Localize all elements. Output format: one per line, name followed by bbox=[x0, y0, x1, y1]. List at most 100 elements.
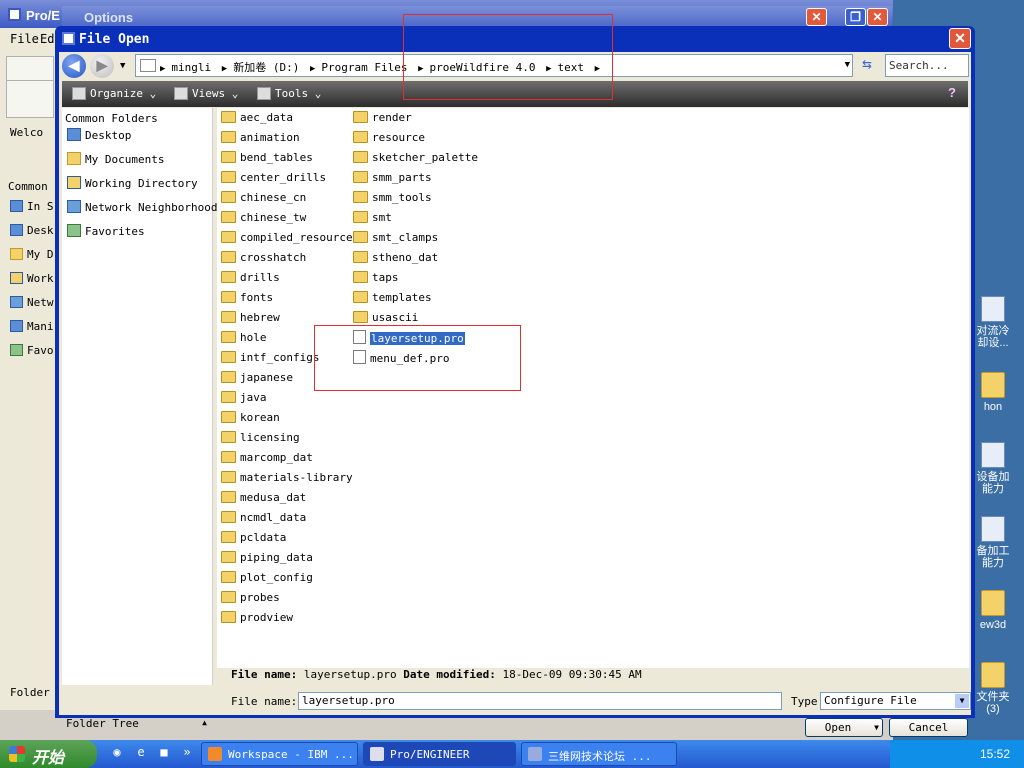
proe-item-favorites[interactable]: Favo bbox=[10, 344, 56, 357]
type-select[interactable]: Configure File ▼ bbox=[820, 692, 971, 710]
common-folder-working-directory[interactable]: Working Directory bbox=[67, 176, 198, 190]
cancel-button[interactable]: Cancel bbox=[889, 718, 968, 737]
folder-icon bbox=[353, 131, 368, 143]
desktop-icon-6[interactable]: 文件夹(3) bbox=[973, 662, 1013, 715]
folder-item[interactable]: resource bbox=[353, 130, 425, 148]
options-close-button[interactable]: ✕ bbox=[806, 8, 827, 26]
path-dropdown-icon[interactable]: ▼ bbox=[845, 60, 850, 70]
folder-item[interactable]: render bbox=[353, 110, 412, 128]
proe-welcome-tab[interactable]: Welco bbox=[10, 126, 56, 139]
proe-item-my-documents[interactable]: My D bbox=[10, 248, 56, 261]
folder-item[interactable]: prodview bbox=[221, 610, 293, 628]
search-input[interactable]: Search... bbox=[885, 54, 969, 77]
proe-folder-tree[interactable]: Folder T bbox=[10, 686, 56, 699]
organize-menu[interactable]: Organize ⌄ bbox=[72, 87, 156, 100]
refresh-button[interactable]: ⇆ bbox=[855, 54, 879, 77]
folder-item[interactable]: plot_config bbox=[221, 570, 313, 588]
common-folder-desktop[interactable]: Desktop bbox=[67, 128, 131, 142]
network-icon bbox=[67, 200, 81, 213]
quicklaunch-app-icon[interactable]: ■ bbox=[155, 745, 173, 763]
folder-item[interactable]: hebrew bbox=[221, 310, 280, 328]
folder-item[interactable]: templates bbox=[353, 290, 432, 308]
folder-item[interactable]: chinese_cn bbox=[221, 190, 306, 208]
history-dropdown-icon[interactable]: ▼ bbox=[120, 61, 125, 71]
start-button[interactable]: 开始 bbox=[0, 740, 97, 768]
organize-icon bbox=[72, 87, 86, 100]
proe-close-button[interactable]: ✕ bbox=[867, 8, 888, 26]
task-proengineer[interactable]: Pro/ENGINEER bbox=[363, 742, 516, 766]
crumb-user[interactable]: mingli bbox=[171, 61, 211, 74]
folder-item[interactable]: pcldata bbox=[221, 530, 286, 548]
quicklaunch-ie-icon[interactable]: ◉ bbox=[108, 745, 126, 763]
open-button[interactable]: Open ▼ bbox=[805, 718, 883, 737]
common-folder-network[interactable]: Network Neighborhood bbox=[67, 200, 217, 214]
folder-item[interactable]: intf_configs bbox=[221, 350, 319, 368]
proe-maximize-button[interactable]: ❐ bbox=[845, 8, 866, 26]
folder-item[interactable]: marcomp_dat bbox=[221, 450, 313, 468]
folder-item[interactable]: licensing bbox=[221, 430, 300, 448]
folder-item[interactable]: japanese bbox=[221, 370, 293, 388]
menu-edit[interactable]: Ed bbox=[40, 32, 54, 46]
help-icon[interactable]: ? bbox=[948, 85, 964, 101]
crumb-program-files[interactable]: Program Files bbox=[321, 61, 407, 74]
views-menu[interactable]: Views ⌄ bbox=[174, 87, 238, 100]
folder-item[interactable]: compiled_resource bbox=[221, 230, 353, 248]
quicklaunch-browser-icon[interactable]: e bbox=[132, 745, 150, 763]
folder-tree-toggle[interactable]: Folder Tree ▲ bbox=[62, 713, 213, 733]
proe-item-desktop[interactable]: Desk bbox=[10, 224, 56, 237]
tools-menu[interactable]: Tools ⌄ bbox=[257, 87, 321, 100]
folder-item[interactable]: bend_tables bbox=[221, 150, 313, 168]
desktop-icon-5[interactable]: ew3d bbox=[973, 590, 1013, 631]
back-button[interactable]: ◀ bbox=[62, 54, 86, 78]
folder-item[interactable]: smm_tools bbox=[353, 190, 432, 208]
desktop-icon-4[interactable]: 备加工能力 bbox=[973, 516, 1013, 569]
folder-item[interactable]: hole bbox=[221, 330, 267, 348]
folder-item[interactable]: animation bbox=[221, 130, 300, 148]
desktop-icon-1[interactable]: 对流冷却设... bbox=[973, 296, 1013, 349]
folder-item[interactable]: java bbox=[221, 390, 267, 408]
folder-item[interactable]: drills bbox=[221, 270, 280, 288]
proe-item-manikin[interactable]: Mani bbox=[10, 320, 56, 333]
proe-item-network[interactable]: Netw bbox=[10, 296, 56, 309]
quicklaunch-more-icon[interactable]: » bbox=[178, 745, 196, 763]
chevron-up-icon: ▲ bbox=[202, 718, 207, 727]
folder-item[interactable]: probes bbox=[221, 590, 280, 608]
filename-input[interactable]: layersetup.pro bbox=[298, 692, 782, 710]
common-folder-favorites[interactable]: Favorites bbox=[67, 224, 145, 238]
folder-item[interactable]: aec_data bbox=[221, 110, 293, 128]
folder-item[interactable]: crosshatch bbox=[221, 250, 306, 268]
folder-item[interactable]: korean bbox=[221, 410, 280, 428]
workspace-icon bbox=[208, 747, 222, 761]
folder-item[interactable]: piping_data bbox=[221, 550, 313, 568]
folder-item[interactable]: materials-library bbox=[221, 470, 353, 488]
folder-icon bbox=[221, 191, 236, 203]
proe-toolbar-sketch[interactable] bbox=[6, 80, 54, 118]
dialog-close-button[interactable]: ✕ bbox=[949, 28, 971, 49]
chevron-down-icon: ▼ bbox=[874, 723, 879, 732]
crumb-drive[interactable]: 新加卷 (D:) bbox=[233, 61, 299, 74]
folder-item[interactable]: medusa_dat bbox=[221, 490, 306, 508]
folder-item[interactable]: taps bbox=[353, 270, 399, 288]
menu-file[interactable]: File bbox=[10, 32, 39, 46]
task-workspace[interactable]: Workspace - IBM ... bbox=[201, 742, 358, 766]
folder-item[interactable]: stheno_dat bbox=[353, 250, 438, 268]
folder-item[interactable]: sketcher_palette bbox=[353, 150, 478, 168]
folder-item[interactable]: ncmdl_data bbox=[221, 510, 306, 528]
folder-icon bbox=[221, 271, 236, 283]
proe-item-in-session[interactable]: In S bbox=[10, 200, 56, 213]
desktop-icon-2[interactable]: hon bbox=[973, 372, 1013, 413]
proe-item-working-dir[interactable]: Work bbox=[10, 272, 56, 285]
task-forum[interactable]: 三维网技术论坛 ... bbox=[521, 742, 677, 766]
folder-item[interactable]: smt bbox=[353, 210, 392, 228]
favorites-icon bbox=[10, 344, 23, 356]
folder-item[interactable]: fonts bbox=[221, 290, 273, 308]
forward-button[interactable]: ▶ bbox=[90, 54, 114, 78]
folder-item[interactable]: chinese_tw bbox=[221, 210, 306, 228]
folder-item[interactable]: center_drills bbox=[221, 170, 326, 188]
folder-item[interactable]: smt_clamps bbox=[353, 230, 438, 248]
desktop-icon-3[interactable]: 设备加能力 bbox=[973, 442, 1013, 495]
folder-item[interactable]: smm_parts bbox=[353, 170, 432, 188]
common-folder-my-documents[interactable]: My Documents bbox=[67, 152, 164, 166]
folder-icon bbox=[221, 451, 236, 463]
folder-icon bbox=[221, 251, 236, 263]
